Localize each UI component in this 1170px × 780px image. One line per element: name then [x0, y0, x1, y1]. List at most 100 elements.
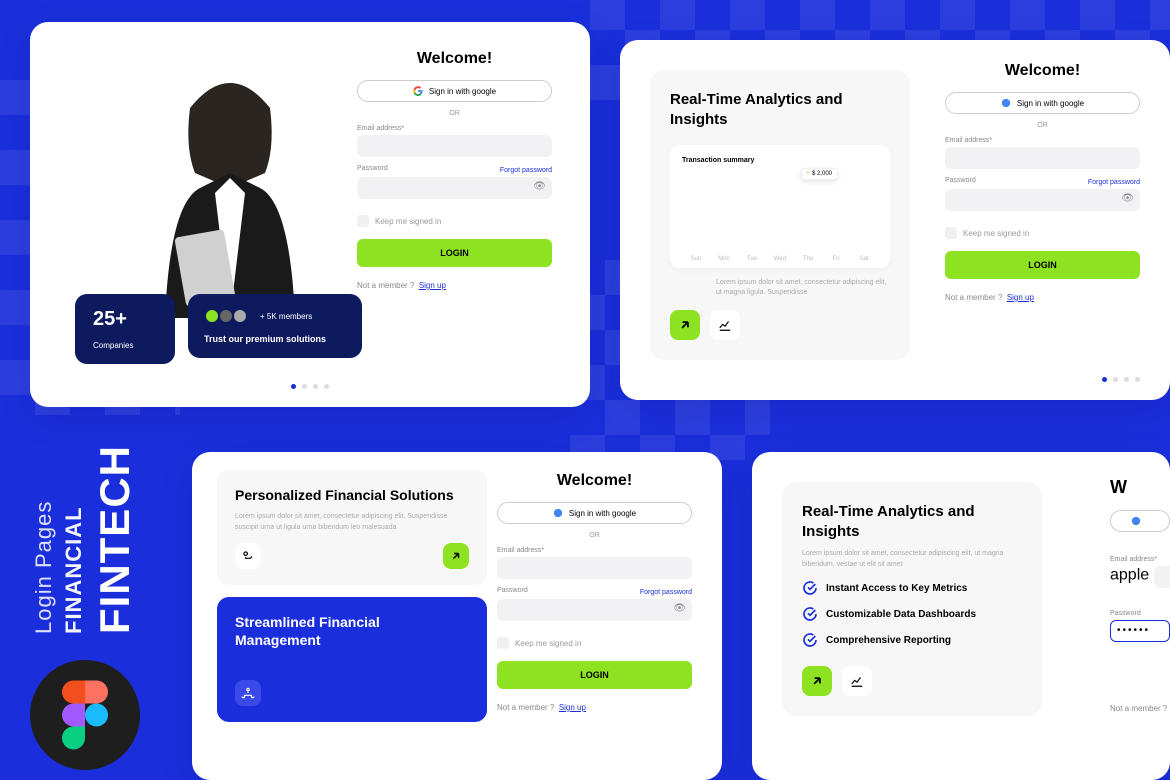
password-label: Password	[945, 177, 976, 184]
signup-link[interactable]: Sign up	[1007, 293, 1034, 302]
google-icon	[413, 86, 423, 96]
brand-line-2: FINANCIAL	[61, 445, 87, 634]
login-button[interactable]: LOGIN	[497, 661, 692, 689]
user-route-icon	[235, 543, 261, 569]
signup-link[interactable]: Sign up	[419, 281, 446, 290]
login-button[interactable]: LOGIN	[945, 251, 1140, 279]
brand-line-1: FINTECH	[91, 445, 139, 634]
streamlined-card: Streamlined Financial Management	[217, 597, 487, 721]
google-icon	[1131, 516, 1141, 526]
check-circle-icon	[802, 632, 818, 648]
email-input[interactable]	[1154, 566, 1170, 588]
welcome-heading: Welcome!	[945, 62, 1140, 80]
eye-off-icon[interactable]: 👁	[533, 181, 546, 192]
companies-count: 25+	[93, 308, 157, 331]
analytics-title: Real-Time Analytics and Insights	[670, 90, 890, 129]
chart-line-icon[interactable]	[842, 666, 872, 696]
google-signin-button[interactable]: Sign in with google	[945, 92, 1140, 114]
email-input[interactable]	[357, 135, 552, 157]
password-label: Password	[1110, 610, 1170, 617]
features-title: Real-Time Analytics and Insights	[802, 502, 1022, 541]
companies-label: Companies	[93, 341, 157, 350]
not-member-text: Not a member ? Sign up	[497, 703, 692, 712]
chart-line-icon[interactable]	[710, 310, 740, 340]
arrow-up-right-icon[interactable]	[670, 310, 700, 340]
hero-person-image	[130, 58, 330, 318]
trust-text: Trust our premium solutions	[204, 334, 346, 344]
eye-off-icon[interactable]: 👁	[673, 603, 686, 614]
google-icon	[553, 508, 563, 518]
password-input[interactable]: ••••••	[1110, 620, 1170, 642]
arrow-up-right-icon[interactable]	[443, 543, 469, 569]
or-divider: OR	[357, 110, 552, 117]
personalized-title: Personalized Financial Solutions	[235, 486, 469, 504]
chart-tooltip: $ 2,000	[801, 168, 838, 180]
email-label: Email address*	[357, 125, 552, 132]
welcome-heading: Welcome!	[497, 472, 692, 490]
preview-card-3: Personalized Financial Solutions Lorem i…	[192, 452, 722, 780]
members-badge: + 5K members Trust our premium solutions	[188, 294, 362, 358]
member-avatars: + 5K members	[204, 308, 346, 324]
preview-card-2: Real-Time Analytics and Insights Transac…	[620, 40, 1170, 400]
forgot-password-link[interactable]: Forgot password	[640, 589, 692, 596]
analytics-lorem: Lorem ipsum dolor sit amet, consectetur …	[670, 278, 890, 298]
keep-signed-in-checkbox[interactable]: Keep me signed in	[357, 215, 552, 227]
email-label: Email address*	[497, 547, 692, 554]
figma-badge	[30, 660, 140, 770]
pagination-dots[interactable]	[1102, 377, 1140, 382]
preview-card-1: 25+ Companies + 5K members Trust our pre…	[30, 22, 590, 407]
org-chart-icon	[235, 680, 261, 706]
not-member-text: Not a member ?	[1110, 704, 1170, 713]
arrow-up-right-icon[interactable]	[802, 666, 832, 696]
features-card: Real-Time Analytics and Insights Lorem i…	[782, 482, 1042, 716]
chart-box: Transaction summary $ 2,000 Sun Mon Tue …	[670, 145, 890, 268]
forgot-password-link[interactable]: Forgot password	[500, 167, 552, 174]
login-form-partial: W Email address* apple Password •••••• N…	[1110, 477, 1170, 713]
login-button[interactable]: LOGIN	[357, 239, 552, 267]
brand-title-stack: FINTECH FINANCIAL Login Pages	[5, 445, 139, 634]
brand-line-3: Login Pages	[31, 445, 57, 634]
google-signin-button[interactable]	[1110, 510, 1170, 532]
pagination-dots[interactable]	[291, 384, 329, 389]
keep-signed-in-checkbox[interactable]: Keep me signed in	[945, 227, 1140, 239]
signup-link[interactable]: Sign up	[559, 703, 586, 712]
welcome-heading: W	[1110, 477, 1170, 498]
google-signin-button[interactable]: Sign in with google	[497, 502, 692, 524]
forgot-password-link[interactable]: Forgot password	[1088, 179, 1140, 186]
email-input[interactable]	[497, 557, 692, 579]
password-label: Password	[497, 587, 528, 594]
figma-icon	[62, 680, 108, 750]
email-label: Email address*	[945, 137, 1140, 144]
solutions-column: Personalized Financial Solutions Lorem i…	[217, 470, 487, 734]
email-label: Email address*	[1110, 556, 1170, 563]
check-circle-icon	[802, 606, 818, 622]
or-divider: OR	[497, 532, 692, 539]
password-input[interactable]	[357, 177, 552, 199]
members-count: + 5K members	[260, 312, 312, 321]
or-divider: OR	[945, 122, 1140, 129]
google-signin-button[interactable]: Sign in with google	[357, 80, 552, 102]
password-input[interactable]	[497, 599, 692, 621]
feature-item: Customizable Data Dashboards	[802, 606, 1022, 622]
keep-signed-in-checkbox[interactable]: Keep me signed in	[497, 637, 692, 649]
personalized-card: Personalized Financial Solutions Lorem i…	[217, 470, 487, 585]
login-form: Welcome! Sign in with google OR Email ad…	[497, 472, 692, 712]
not-member-text: Not a member ? Sign up	[357, 281, 552, 290]
login-form: Welcome! Sign in with google OR Email ad…	[945, 62, 1140, 302]
not-member-text: Not a member ? Sign up	[945, 293, 1140, 302]
companies-badge: 25+ Companies	[75, 294, 175, 364]
chart-title: Transaction summary	[682, 157, 878, 164]
bar-chart: $ 2,000 Sun Mon Tue Wed Thu Fri Sat	[682, 172, 878, 262]
feature-item: Comprehensive Reporting	[802, 632, 1022, 648]
email-input[interactable]	[945, 147, 1140, 169]
password-label: Password	[357, 165, 388, 172]
eye-off-icon[interactable]: 👁	[1121, 193, 1134, 204]
analytics-card: Real-Time Analytics and Insights Transac…	[650, 70, 910, 360]
welcome-heading: Welcome!	[357, 50, 552, 68]
google-icon	[1001, 98, 1011, 108]
password-input[interactable]	[945, 189, 1140, 211]
personalized-lorem: Lorem ipsum dolor sit amet, consectetur …	[235, 512, 469, 533]
check-circle-icon	[802, 580, 818, 596]
features-lorem: Lorem ipsum dolor sit amet, consectetur …	[802, 549, 1022, 570]
preview-card-4: Real-Time Analytics and Insights Lorem i…	[752, 452, 1170, 780]
